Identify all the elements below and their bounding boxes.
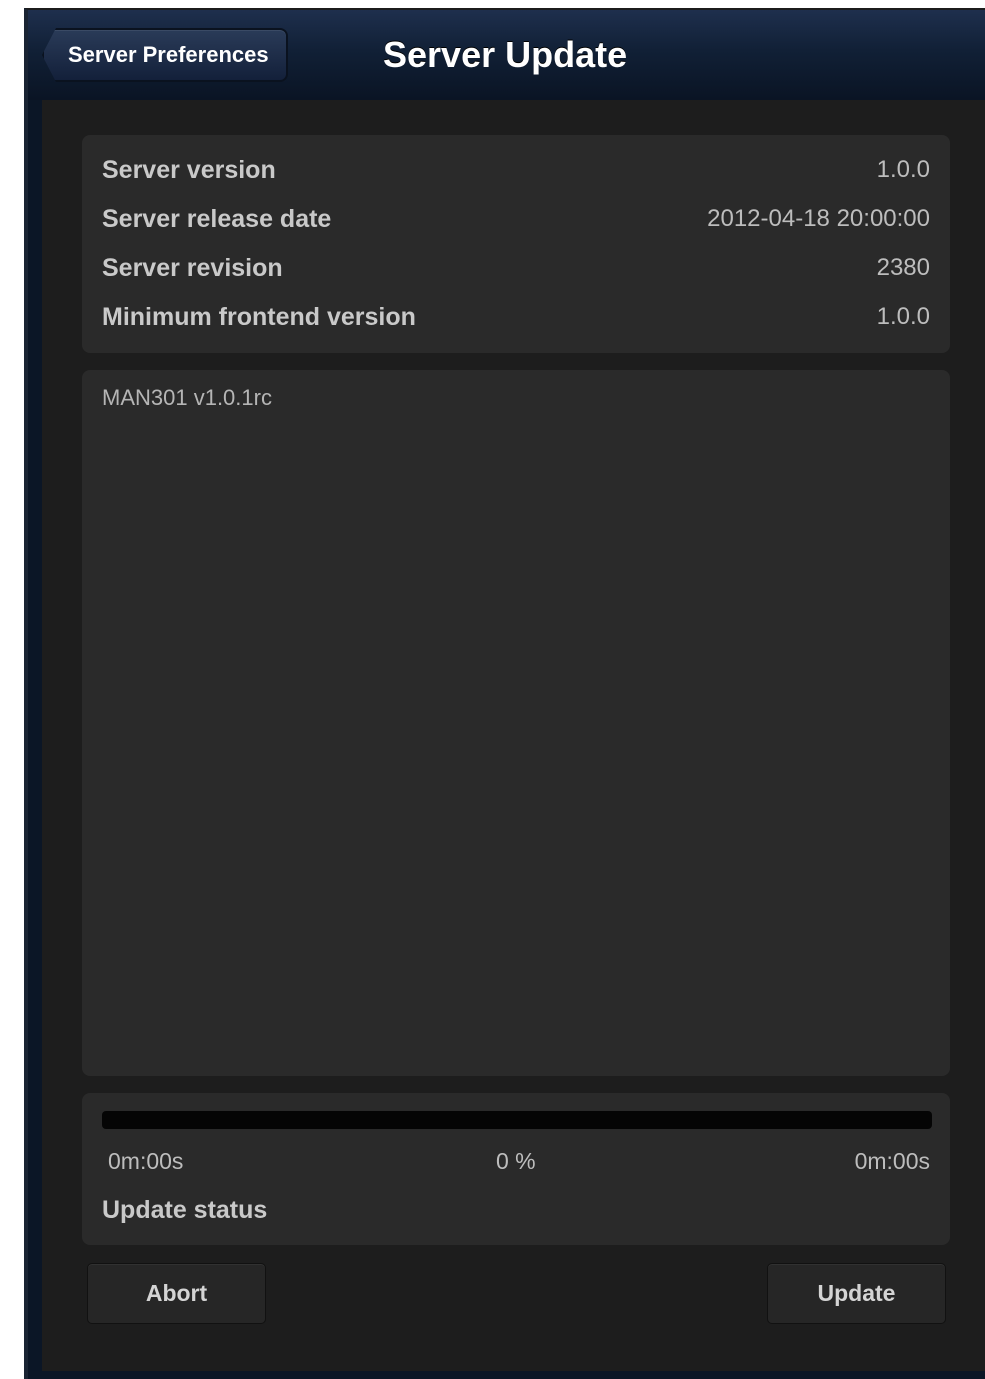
abort-button[interactable]: Abort	[87, 1263, 266, 1324]
back-button-server-preferences[interactable]: Server Preferences	[42, 28, 288, 82]
release-notes-text: MAN301 v1.0.1rc	[102, 385, 272, 410]
device-frame: Server Preferences Server Update Server …	[24, 8, 985, 1379]
info-label: Minimum frontend version	[102, 302, 416, 331]
server-info-panel: Server version 1.0.0 Server release date…	[82, 135, 950, 353]
elapsed-time: 0m:00s	[108, 1148, 184, 1174]
info-label: Server version	[102, 155, 276, 184]
info-value: 1.0.0	[876, 156, 930, 183]
update-progress-panel: 0m:00s 0 % 0m:00s Update status	[82, 1093, 950, 1245]
info-row-server-version: Server version 1.0.0	[102, 150, 930, 190]
info-value: 1.0.0	[876, 303, 930, 330]
info-row-server-revision: Server revision 2380	[102, 248, 930, 288]
page-title: Server Update	[383, 34, 628, 75]
update-status-label: Update status	[102, 1196, 268, 1224]
release-notes-panel[interactable]: MAN301 v1.0.1rc	[82, 370, 950, 1076]
progress-percent: 0 %	[496, 1148, 536, 1174]
info-label: Server release date	[102, 204, 332, 233]
info-row-server-release-date: Server release date 2012-04-18 20:00:00	[102, 199, 930, 239]
info-row-minimum-frontend-version: Minimum frontend version 1.0.0	[102, 297, 930, 337]
remaining-time: 0m:00s	[854, 1148, 930, 1174]
progress-bar	[102, 1111, 932, 1129]
info-value: 2380	[876, 254, 930, 281]
navigation-bar: Server Preferences Server Update	[28, 10, 985, 100]
info-value: 2012-04-18 20:00:00	[707, 205, 930, 232]
main-content: Server version 1.0.0 Server release date…	[42, 100, 985, 1371]
info-label: Server revision	[102, 253, 283, 282]
update-button[interactable]: Update	[767, 1263, 946, 1324]
